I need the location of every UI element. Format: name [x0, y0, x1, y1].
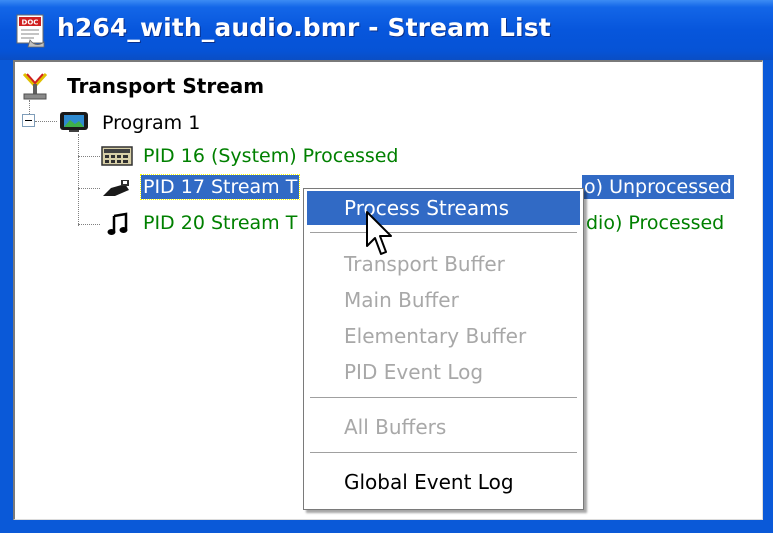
video-camera-icon: [103, 180, 129, 196]
program-label[interactable]: Program 1: [102, 111, 200, 135]
menu-item-global-event-log[interactable]: Global Event Log: [307, 465, 580, 499]
tree-connector: [35, 121, 57, 122]
collapse-toggle[interactable]: [22, 114, 35, 127]
context-menu: Process Streams Transport Buffer Main Bu…: [303, 188, 584, 510]
menu-separator: [310, 452, 577, 454]
stream-item-pid16[interactable]: PID 16 (System) Processed: [143, 144, 399, 168]
svg-text:DOC: DOC: [22, 19, 39, 27]
window-title: h264_with_audio.bmr - Stream List: [57, 13, 551, 42]
tree-connector: [29, 100, 30, 114]
stream-label-pid17-tail[interactable]: o) Unprocessed: [582, 175, 734, 199]
tree-connector: [78, 188, 100, 189]
tree-connector: [78, 156, 100, 157]
tree-connector: [78, 224, 100, 225]
menu-item-pid-event-log[interactable]: PID Event Log: [307, 355, 580, 389]
menu-item-main-buffer[interactable]: Main Buffer: [307, 283, 580, 317]
music-note-icon: [107, 212, 128, 235]
menu-item-all-buffers[interactable]: All Buffers: [307, 410, 580, 444]
program-monitor-icon: [60, 112, 88, 132]
stream-item-pid17[interactable]: PID 17 Stream T: [139, 174, 301, 200]
stream-label-pid20-tail[interactable]: dio) Processed: [586, 211, 724, 235]
menu-separator: [310, 232, 577, 234]
menu-separator: [310, 397, 577, 399]
stream-item-pid20[interactable]: PID 20 Stream T: [143, 211, 297, 235]
system-table-icon: [101, 146, 133, 166]
menu-item-transport-buffer[interactable]: Transport Buffer: [307, 247, 580, 281]
menu-item-elementary-buffer[interactable]: Elementary Buffer: [307, 319, 580, 353]
tree-connector: [78, 134, 79, 226]
mouse-cursor-icon: [366, 211, 392, 255]
tree-root-label[interactable]: Transport Stream: [67, 74, 264, 98]
transport-stream-icon: [22, 72, 48, 100]
menu-item-process-streams[interactable]: Process Streams: [307, 191, 580, 225]
stream-label-pid17: PID 17 Stream T: [143, 176, 298, 198]
title-bar[interactable]: DOC h264_with_audio.bmr - Stream List: [0, 0, 773, 60]
doc-window-icon: DOC: [16, 14, 45, 48]
